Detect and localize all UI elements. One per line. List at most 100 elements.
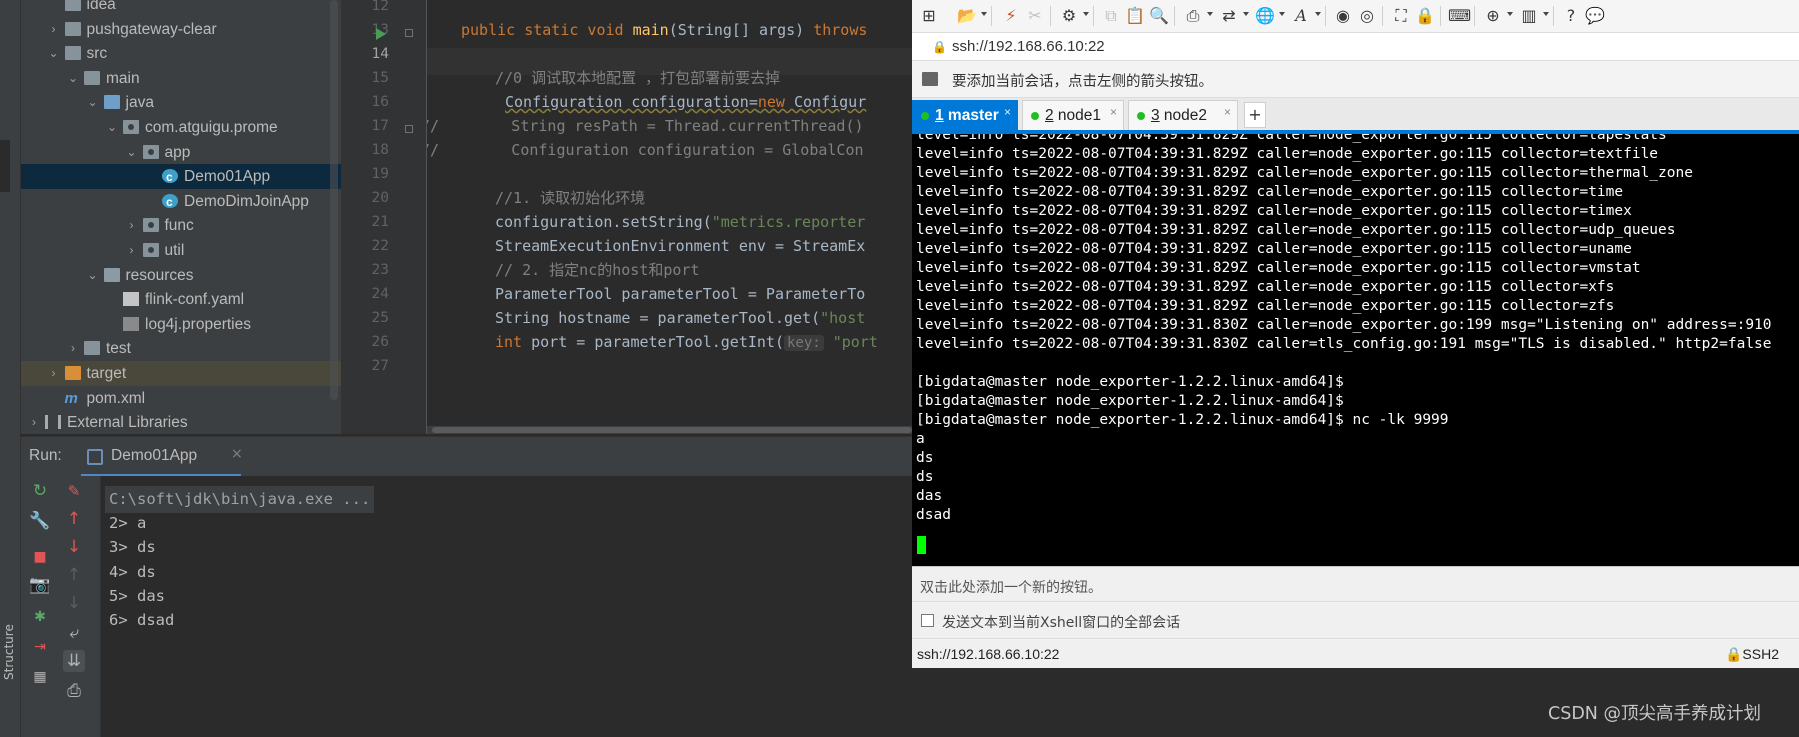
camera-icon[interactable]: 📷 xyxy=(29,574,51,596)
tree-item[interactable]: ⌄ app xyxy=(21,140,341,165)
close-icon[interactable]: × xyxy=(231,446,243,462)
run-main-icon[interactable] xyxy=(376,28,386,40)
font-icon[interactable]: A xyxy=(1290,5,1312,27)
terminal-screen[interactable]: level=info ts=2022-08-07T04:39:31.829Z c… xyxy=(912,134,1799,566)
wrench-icon[interactable]: 🔧 xyxy=(29,510,51,532)
debug-bug-icon[interactable]: ✱ xyxy=(29,606,51,628)
print-icon[interactable]: ⎙ xyxy=(1182,5,1204,27)
address-bar[interactable]: 🔒 ssh://192.168.66.10:22 xyxy=(912,33,1799,61)
fullscreen-icon[interactable]: ⛶ xyxy=(1390,5,1412,27)
tree-item[interactable]: ⌄ src xyxy=(21,41,341,66)
compose-bar: 发送文本到当前Xshell窗口的全部会话 xyxy=(912,603,1799,639)
chevron-right-icon[interactable]: › xyxy=(125,238,139,263)
chevron-right-icon[interactable]: › xyxy=(66,336,80,361)
project-tree-scrollbar[interactable] xyxy=(330,0,338,400)
tree-item[interactable]: › target xyxy=(21,361,341,386)
down-arrow-icon[interactable]: ↓ xyxy=(63,536,85,558)
tree-item[interactable]: flink-conf.yaml xyxy=(21,287,341,312)
project-tool-marker[interactable] xyxy=(0,140,10,192)
run-console[interactable]: C:\soft\jdk\bin\java.exe ... 2> a 3> ds 4> … xyxy=(101,476,912,737)
close-icon[interactable]: × xyxy=(1004,105,1011,119)
globe-icon[interactable]: 🌐 xyxy=(1254,5,1276,27)
line-number: 22 xyxy=(371,238,389,254)
run-tab-demo01app[interactable]: Demo01App × xyxy=(81,437,251,477)
chevron-down-icon[interactable]: ⌄ xyxy=(125,140,139,165)
layout-icon[interactable]: ▦ xyxy=(29,666,51,688)
exit-icon[interactable]: ⇥ xyxy=(29,636,51,658)
find-icon[interactable]: 🔍 xyxy=(1148,5,1170,27)
print-icon[interactable]: ⎙ xyxy=(63,680,85,702)
paste-icon[interactable]: 📋 xyxy=(1124,5,1146,27)
run-tab-label: Demo01App xyxy=(111,447,198,464)
chevron-down-icon[interactable]: ⌄ xyxy=(86,90,100,115)
layout-icon[interactable]: ▥ xyxy=(1518,5,1540,27)
session-address[interactable]: ssh://192.168.66.10:22 xyxy=(952,38,1105,55)
xagent-icon[interactable]: ◎ xyxy=(1356,5,1378,27)
scroll-to-end-icon[interactable]: ⇊ xyxy=(63,650,85,672)
chevron-down-icon[interactable]: ⌄ xyxy=(66,66,80,91)
tree-item[interactable]: ⌄ com.atguigu.prome xyxy=(21,115,341,140)
new-session-icon[interactable]: ⊞ xyxy=(918,5,940,27)
fold-marker-icon[interactable] xyxy=(405,125,413,133)
code-editor[interactable]: public static void main(String[] args) t… xyxy=(427,0,912,434)
line-number: 25 xyxy=(371,310,389,326)
tree-item[interactable]: › test xyxy=(21,336,341,361)
tree-item[interactable]: ⌄ java xyxy=(21,90,341,115)
editor-horizontal-scrollbar[interactable] xyxy=(427,426,912,434)
tree-item[interactable]: ⌄ main xyxy=(21,66,341,91)
send-to-all-checkbox[interactable] xyxy=(921,614,934,627)
chevron-right-icon[interactable]: › xyxy=(47,17,61,42)
chevron-right-icon[interactable]: › xyxy=(47,361,61,386)
tree-item[interactable]: › func xyxy=(21,213,341,238)
rerun-icon[interactable]: ↻ xyxy=(29,480,51,502)
code-line-26: int port = parameterTool.getInt(key: "po… xyxy=(495,333,878,351)
up-arrow-icon[interactable]: ↑ xyxy=(63,508,85,530)
chevron-down-icon[interactable]: ⌄ xyxy=(47,41,61,66)
soft-wrap-icon[interactable]: ⤶ xyxy=(63,622,85,644)
quick-command-bar[interactable]: 双击此处添加一个新的按钮。 xyxy=(912,566,1799,602)
session-tab-master[interactable]: 1 master × xyxy=(912,100,1018,130)
tree-item[interactable]: Demo01App xyxy=(21,164,341,190)
open-folder-icon[interactable]: 📂 xyxy=(956,5,978,27)
fold-marker-icon[interactable] xyxy=(405,29,413,37)
xftp-icon[interactable]: ◉ xyxy=(1332,5,1354,27)
reconnect-icon[interactable]: ⚡ xyxy=(1000,5,1022,27)
tree-item-label: main xyxy=(106,69,140,87)
close-icon[interactable]: × xyxy=(1110,105,1117,119)
tree-item[interactable]: › util xyxy=(21,238,341,263)
parameter-hint: key: xyxy=(784,335,824,351)
lock-icon[interactable]: 🔒 xyxy=(1414,5,1436,27)
tree-item[interactable]: log4j.properties xyxy=(21,312,341,337)
tree-item[interactable]: ⌄ resources xyxy=(21,263,341,288)
line-number: 14 xyxy=(371,46,389,62)
send-to-all-label: 发送文本到当前Xshell窗口的全部会话 xyxy=(942,615,1181,631)
transfer-icon[interactable]: ⇄ xyxy=(1218,5,1240,27)
line-number: 21 xyxy=(371,214,389,230)
tree-item[interactable]: DemoDimJoinApp xyxy=(21,189,341,215)
session-bar-icon[interactable] xyxy=(922,72,938,86)
session-tab-node1[interactable]: 2 node1 × xyxy=(1022,100,1124,130)
chevron-down-icon[interactable]: ⌄ xyxy=(105,115,119,140)
structure-tool-button[interactable]: Structure xyxy=(2,620,18,680)
tree-item[interactable]: › pushgateway-clear xyxy=(21,17,341,42)
chevron-right-icon[interactable]: › xyxy=(125,213,139,238)
tree-item[interactable]: m pom.xml xyxy=(21,386,341,411)
run-panel-header: Run: Demo01App × xyxy=(21,436,912,477)
chevron-right-icon[interactable]: › xyxy=(27,410,41,434)
tree-item[interactable]: › External Libraries xyxy=(21,410,341,434)
code-line-18: // Configuration configuration = GlobalC… xyxy=(427,141,864,159)
add-icon[interactable]: ⊕ xyxy=(1482,5,1504,27)
clear-icon[interactable]: ✎ xyxy=(63,480,85,502)
close-icon[interactable]: × xyxy=(1224,105,1231,119)
terminal-line: [bigdata@master node_exporter-1.2.2.linu… xyxy=(916,412,1449,428)
session-tab-node2[interactable]: 3 node2 × xyxy=(1128,100,1238,130)
help-icon[interactable]: ? xyxy=(1560,5,1582,27)
add-tab-button[interactable]: + xyxy=(1244,102,1266,128)
properties-icon[interactable]: ⚙ xyxy=(1058,5,1080,27)
keyboard-icon[interactable]: ⌨ xyxy=(1448,5,1471,27)
chevron-down-icon[interactable]: ⌄ xyxy=(86,263,100,288)
tree-item[interactable]: idea xyxy=(21,0,341,17)
stop-icon[interactable]: ■ xyxy=(29,546,51,568)
terminal-line: a xyxy=(916,431,925,447)
tree-item-label: func xyxy=(164,217,194,235)
